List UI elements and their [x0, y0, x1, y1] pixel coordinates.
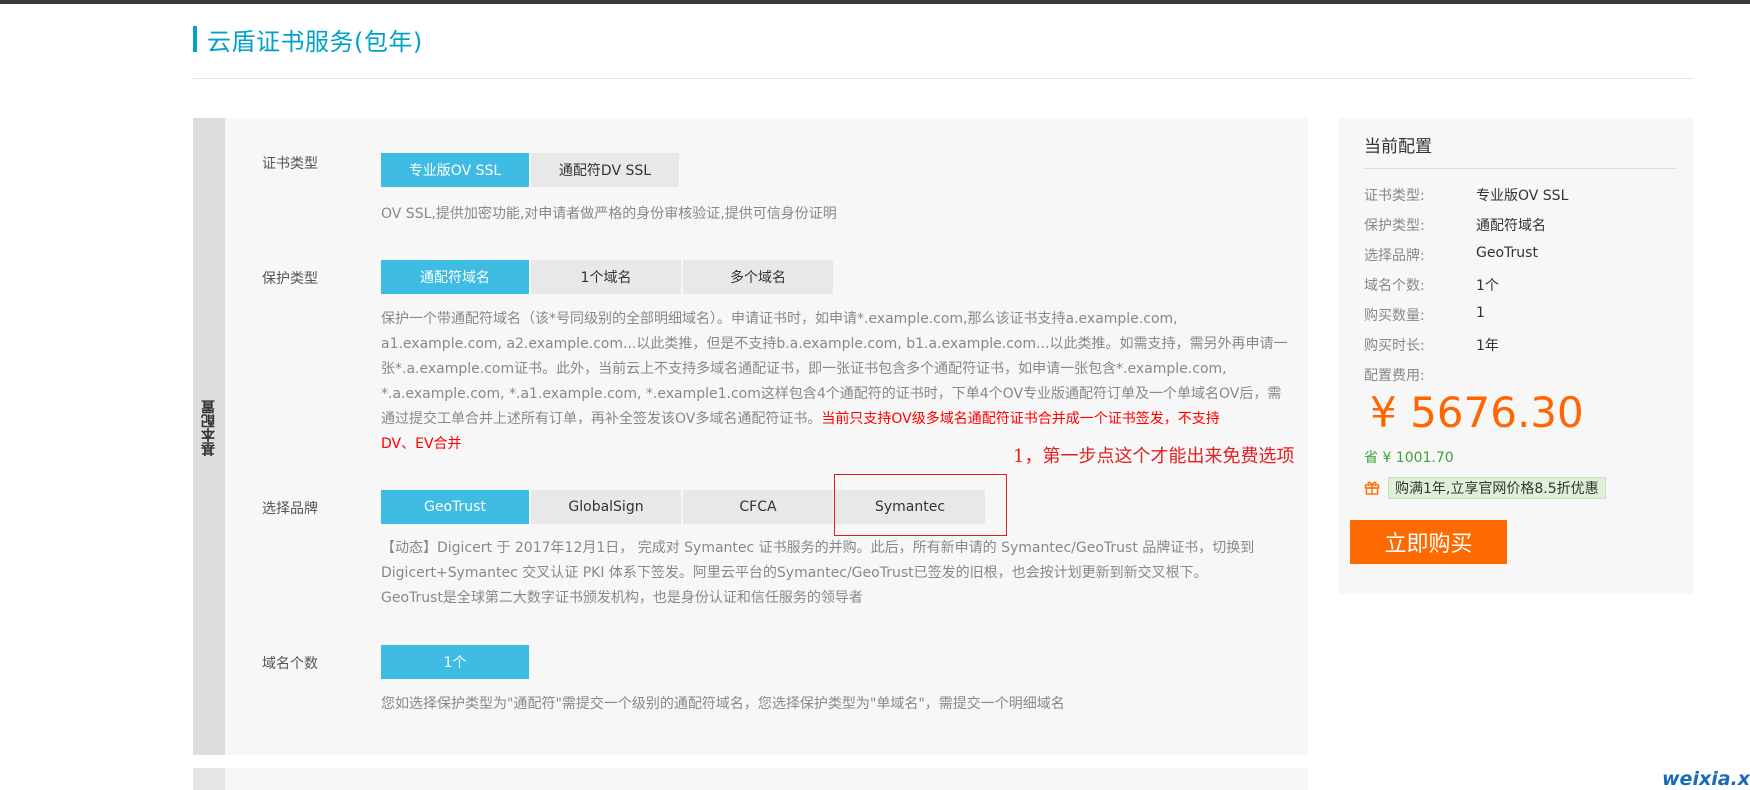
protect-desc-line: a1.example.com, a2.example.com...以此类推，但是… — [381, 336, 1288, 352]
next-section-panel — [193, 768, 1308, 790]
buy-now-button[interactable]: 立即购买 — [1350, 520, 1507, 564]
watermark: weixia.xin — [1662, 768, 1750, 790]
next-section-side-column — [193, 768, 225, 790]
cert-type-option-dv[interactable]: 通配符DV SSL — [531, 153, 679, 187]
config-price: ¥ 5676.30 — [1370, 388, 1584, 437]
protect-type-desc: 保护一个带通配符域名（该*号同级别的全部明细域名）。申请证书时，如申请*.exa… — [381, 307, 1287, 457]
config-key-quantity: 购买数量: — [1364, 308, 1425, 324]
cert-type-option-ov[interactable]: 专业版OV SSL — [381, 153, 529, 187]
page-header: 云盾证书服务(包年) — [193, 24, 423, 56]
top-bar — [0, 0, 1750, 4]
protect-desc-line: 保护一个带通配符域名（该*号同级别的全部明细域名）。申请证书时，如申请*.exa… — [381, 311, 1178, 327]
protect-desc-line: 张*.a.example.com证书。此外，当前云上不支持多域名通配证书，即一张… — [381, 361, 1227, 377]
page-title: 云盾证书服务(包年) — [207, 27, 423, 56]
brand-desc-line: GeoTrust是全球第二大数字证书颁发机构，也是身份认证和信任服务的领导者 — [381, 590, 863, 606]
gift-icon — [1364, 481, 1380, 495]
promo-badge: 购满1年,立享官网价格8.5折优惠 — [1388, 477, 1606, 499]
config-value-brand: GeoTrust — [1476, 245, 1538, 261]
config-key-duration: 购买时长: — [1364, 338, 1425, 354]
config-savings: 省 ¥ 1001.70 — [1364, 450, 1454, 466]
brand-option-globalsign[interactable]: GlobalSign — [531, 490, 681, 524]
config-value-protect-type: 通配符域名 — [1476, 218, 1546, 234]
protect-desc-line-text: 通过提交工单合并上述所有订单，再补全签发该OV多域名通配符证书。 — [381, 411, 822, 427]
config-value-duration: 1年 — [1476, 338, 1499, 354]
title-accent-bar — [193, 26, 197, 52]
config-key-cert-type: 证书类型: — [1364, 188, 1425, 204]
protect-type-option-single[interactable]: 1个域名 — [531, 260, 681, 294]
cert-type-label: 证书类型 — [262, 156, 318, 172]
brand-option-cfca[interactable]: CFCA — [683, 490, 833, 524]
domain-count-desc: 您如选择保护类型为"通配符"需提交一个级别的通配符域名，您选择保护类型为"单域名… — [381, 696, 1065, 712]
header-divider — [193, 78, 1693, 79]
section-label: 基本配置 — [201, 400, 217, 456]
current-config-divider — [1364, 168, 1676, 169]
protect-type-label: 保护类型 — [262, 271, 318, 287]
config-value-domain-count: 1个 — [1476, 278, 1499, 294]
domain-count-option-1[interactable]: 1个 — [381, 645, 529, 679]
protect-type-option-multi[interactable]: 多个域名 — [683, 260, 833, 294]
domain-count-label: 域名个数 — [262, 656, 318, 672]
annotation-text: 1，第一步点这个才能出来免费选项 — [1013, 446, 1295, 467]
config-value-cert-type: 专业版OV SSL — [1476, 188, 1569, 204]
cert-type-desc: OV SSL,提供加密功能,对申请者做严格的身份审核验证,提供可信身份证明 — [381, 206, 837, 222]
protect-desc-line: *.a.example.com, *.a1.example.com, *.exa… — [381, 386, 1282, 402]
config-key-protect-type: 保护类型: — [1364, 218, 1425, 234]
brand-option-geotrust[interactable]: GeoTrust — [381, 490, 529, 524]
config-key-brand: 选择品牌: — [1364, 248, 1425, 264]
config-value-quantity: 1 — [1476, 305, 1485, 321]
brand-desc-line: 【动态】Digicert 于 2017年12月1日， 完成对 Symantec … — [381, 540, 1255, 556]
current-config-title: 当前配置 — [1364, 137, 1432, 157]
protect-desc-warning: 当前只支持OV级多域名通配符证书合并成一个证书签发，不支持 — [821, 411, 1220, 427]
config-fee-label: 配置费用: — [1364, 368, 1425, 384]
brand-option-symantec[interactable]: Symantec — [835, 490, 985, 524]
brand-label: 选择品牌 — [262, 501, 318, 517]
config-key-domain-count: 域名个数: — [1364, 278, 1425, 294]
protect-type-option-wildcard[interactable]: 通配符域名 — [381, 260, 529, 294]
brand-desc: 【动态】Digicert 于 2017年12月1日， 完成对 Symantec … — [381, 536, 1254, 611]
protect-desc-line: 通过提交工单合并上述所有订单，再补全签发该OV多域名通配符证书。当前只支持OV级… — [381, 407, 1287, 432]
brand-desc-line: Digicert+Symantec 交叉认证 PKI 体系下签发。阿里云平台的S… — [381, 565, 1208, 581]
